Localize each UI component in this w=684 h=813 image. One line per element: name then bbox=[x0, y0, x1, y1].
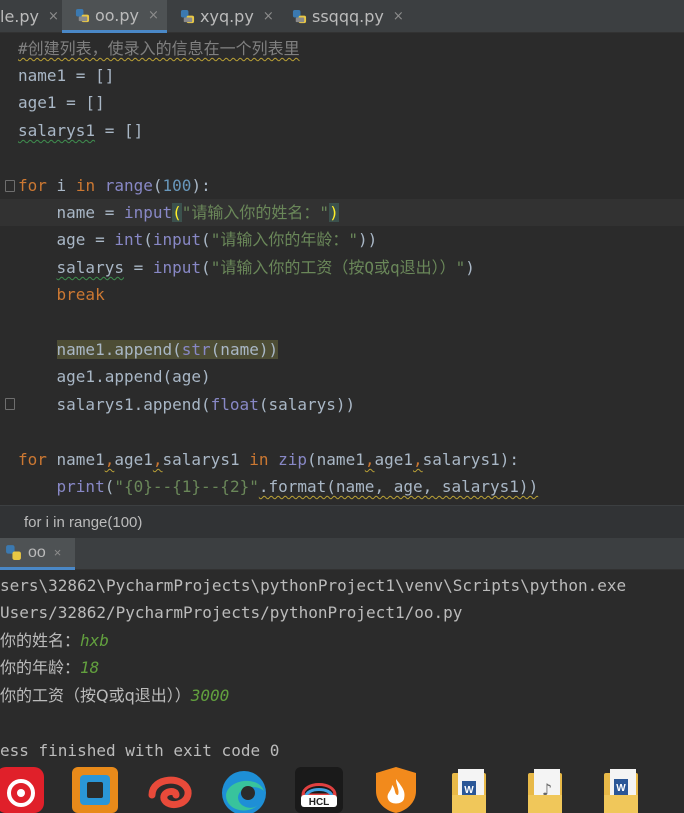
editor-tab-bar: le.py × oo.py × xyq.py × ssqqq.py × bbox=[0, 0, 684, 33]
code-line-9: salarys = input("请输入你的工资（按Q或q退出））") bbox=[56, 258, 475, 277]
tab-label: le.py bbox=[0, 7, 39, 26]
hcl-icon[interactable]: HCL bbox=[293, 765, 345, 813]
fire-shield-icon[interactable] bbox=[370, 765, 422, 813]
app-blue-orange-icon[interactable] bbox=[70, 765, 122, 813]
console-line-exit: ess finished with exit code 0 bbox=[0, 741, 280, 760]
highlighted-statement: name1.append(str(name)) bbox=[56, 340, 279, 359]
svg-text:W: W bbox=[616, 783, 626, 794]
close-icon[interactable]: × bbox=[48, 9, 59, 24]
tab-xyq-py[interactable]: xyq.py × bbox=[167, 0, 279, 33]
run-console-output[interactable]: sers\32862\PycharmProjects\pythonProject… bbox=[0, 570, 684, 765]
python-file-icon bbox=[292, 9, 307, 24]
close-icon[interactable]: × bbox=[148, 8, 159, 23]
code-line-17: print("{0}--{1}--{2}".format(name, age, … bbox=[56, 477, 539, 496]
music-folder-icon[interactable]: ♪ bbox=[522, 765, 574, 813]
word-document-icon[interactable]: W bbox=[598, 765, 650, 813]
tab-label: xyq.py bbox=[200, 7, 254, 26]
taskbar: HCL W ♪ W bbox=[0, 765, 684, 813]
close-icon[interactable]: × bbox=[263, 9, 274, 24]
code-line-14: salarys1.append(float(salarys)) bbox=[56, 395, 356, 414]
close-icon[interactable]: × bbox=[393, 9, 404, 24]
close-icon[interactable]: × bbox=[54, 545, 62, 560]
svg-text:HCL: HCL bbox=[309, 797, 330, 808]
tab-label: oo.py bbox=[95, 5, 140, 25]
console-line-script: Users/32862/PycharmProjects/pythonProjec… bbox=[0, 603, 463, 622]
swirl-app-icon[interactable] bbox=[144, 765, 196, 813]
console-line-interpreter: sers\32862\PycharmProjects\pythonProject… bbox=[0, 576, 627, 595]
python-file-icon bbox=[180, 9, 195, 24]
run-tab-oo[interactable]: oo × bbox=[0, 538, 75, 570]
fold-marker-icon[interactable] bbox=[5, 398, 15, 410]
code-line-12: name1.append(str(name)) bbox=[18, 336, 279, 363]
word-document-folder-icon[interactable]: W bbox=[446, 765, 498, 813]
svg-text:W: W bbox=[464, 785, 474, 796]
netease-cloud-music-icon[interactable] bbox=[0, 765, 52, 813]
code-line-7: name = input("请输入你的姓名：") bbox=[56, 203, 339, 222]
tab-le-py[interactable]: le.py × bbox=[0, 0, 62, 33]
console-line-salary: 你的工资（按Q或q退出））3000 bbox=[0, 686, 230, 705]
tab-label: ssqqq.py bbox=[312, 7, 384, 26]
code-line-2: name1 = [] bbox=[18, 66, 115, 85]
code-line-10: break bbox=[56, 285, 105, 304]
python-file-icon bbox=[75, 8, 90, 22]
breadcrumb[interactable]: for i in range(100) bbox=[0, 505, 684, 538]
run-tab-label: oo bbox=[28, 543, 46, 561]
code-line-3: age1 = [] bbox=[18, 93, 105, 112]
tab-ssqqq-py[interactable]: ssqqq.py × bbox=[279, 0, 414, 33]
code-line-6: for i in range(100): bbox=[18, 176, 211, 195]
code-line-13: age1.append(age) bbox=[56, 367, 211, 386]
console-line-name: 你的姓名：hxb bbox=[0, 631, 109, 650]
breadcrumb-item[interactable]: for i in range(100) bbox=[24, 514, 142, 531]
code-line-4: salarys1 = [] bbox=[18, 121, 144, 140]
code-editor[interactable]: #创建列表，使录入的信息在一个列表里 name1 = [] age1 = [] … bbox=[0, 33, 684, 505]
code-line-8: age = int(input("请输入你的年龄：")) bbox=[18, 230, 378, 249]
code-line-16: for name1,age1,salarys1 in zip(name1,age… bbox=[18, 450, 519, 469]
run-tool-window-header: oo × bbox=[0, 538, 684, 570]
edge-browser-icon[interactable] bbox=[218, 765, 270, 813]
fold-marker-icon[interactable] bbox=[5, 180, 15, 192]
python-file-icon bbox=[6, 545, 21, 560]
console-line-age: 你的年龄：18 bbox=[0, 658, 100, 677]
code-line-1: #创建列表，使录入的信息在一个列表里 bbox=[18, 39, 300, 58]
tab-oo-py[interactable]: oo.py × bbox=[62, 0, 167, 33]
